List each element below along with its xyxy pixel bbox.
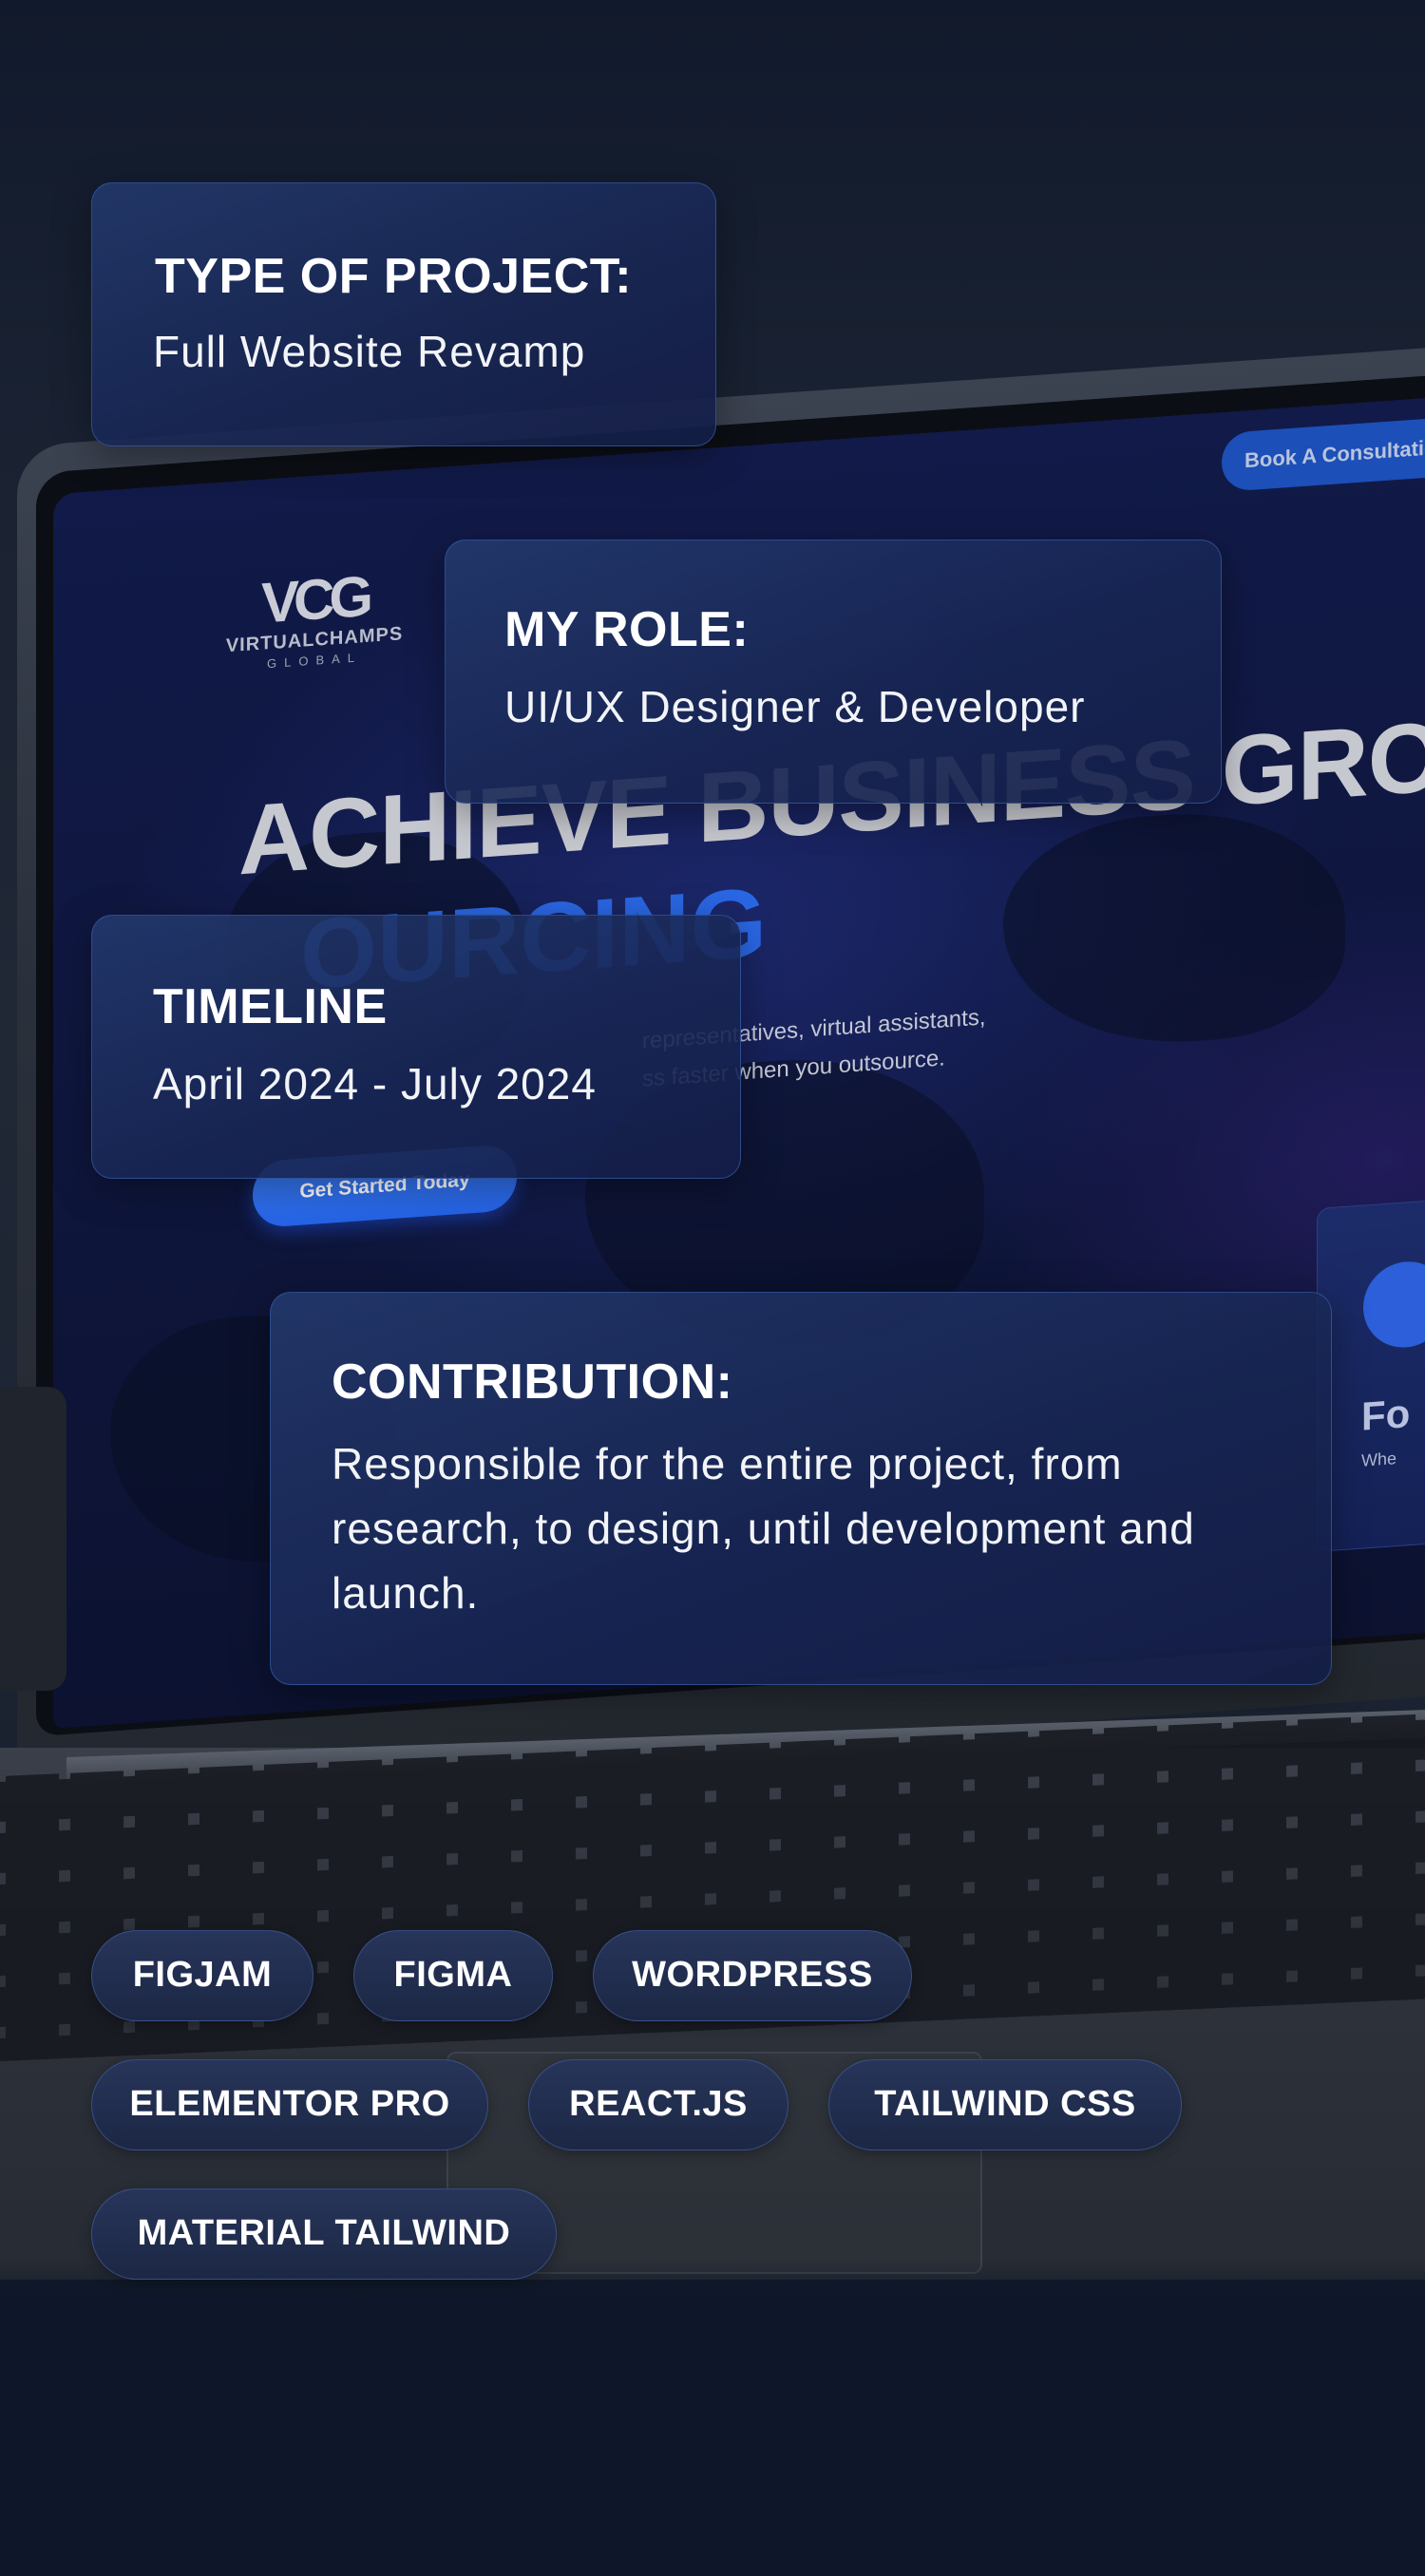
- service-card-text: Whe: [1361, 1449, 1397, 1470]
- service-card-title: Fo: [1361, 1391, 1411, 1439]
- service-card-icon: [1363, 1259, 1425, 1351]
- timeline-card: TIMELINE April 2024 - July 2024: [91, 915, 741, 1179]
- project-type-card: TYPE OF PROJECT: Full Website Revamp: [91, 182, 716, 446]
- tag-figma: FIGMA: [353, 1930, 553, 2021]
- book-consultation-button[interactable]: Book A Consultation: [1222, 413, 1425, 492]
- contribution-value: Responsible for the entire project, from…: [332, 1439, 1195, 1618]
- role-label: MY ROLE:: [504, 602, 750, 657]
- tag-wordpress: WORDPRESS: [593, 1930, 912, 2021]
- project-type-label: TYPE OF PROJECT:: [155, 249, 633, 304]
- tag-reactjs: REACT.JS: [528, 2059, 788, 2150]
- contribution-card: CONTRIBUTION: Responsible for the entire…: [270, 1292, 1332, 1685]
- background-device: [0, 1387, 66, 1691]
- site-logo[interactable]: VCG VIRTUALCHAMPS GLOBAL: [219, 564, 409, 674]
- contribution-label: CONTRIBUTION:: [332, 1354, 733, 1410]
- timeline-value: April 2024 - July 2024: [153, 1059, 597, 1108]
- project-type-value: Full Website Revamp: [153, 327, 586, 376]
- tag-figjam: FIGJAM: [91, 1930, 314, 2021]
- background-fade: [0, 2261, 1425, 2576]
- role-value: UI/UX Designer & Developer: [504, 682, 1086, 731]
- tag-elementor-pro: ELEMENTOR PRO: [91, 2059, 488, 2150]
- tag-tailwind-css: TAILWIND CSS: [828, 2059, 1182, 2150]
- role-card: MY ROLE: UI/UX Designer & Developer: [445, 540, 1222, 804]
- tag-material-tailwind: MATERIAL TAILWIND: [91, 2188, 557, 2280]
- service-card[interactable]: Fo Whe: [1317, 1190, 1425, 1552]
- timeline-label: TIMELINE: [153, 979, 388, 1034]
